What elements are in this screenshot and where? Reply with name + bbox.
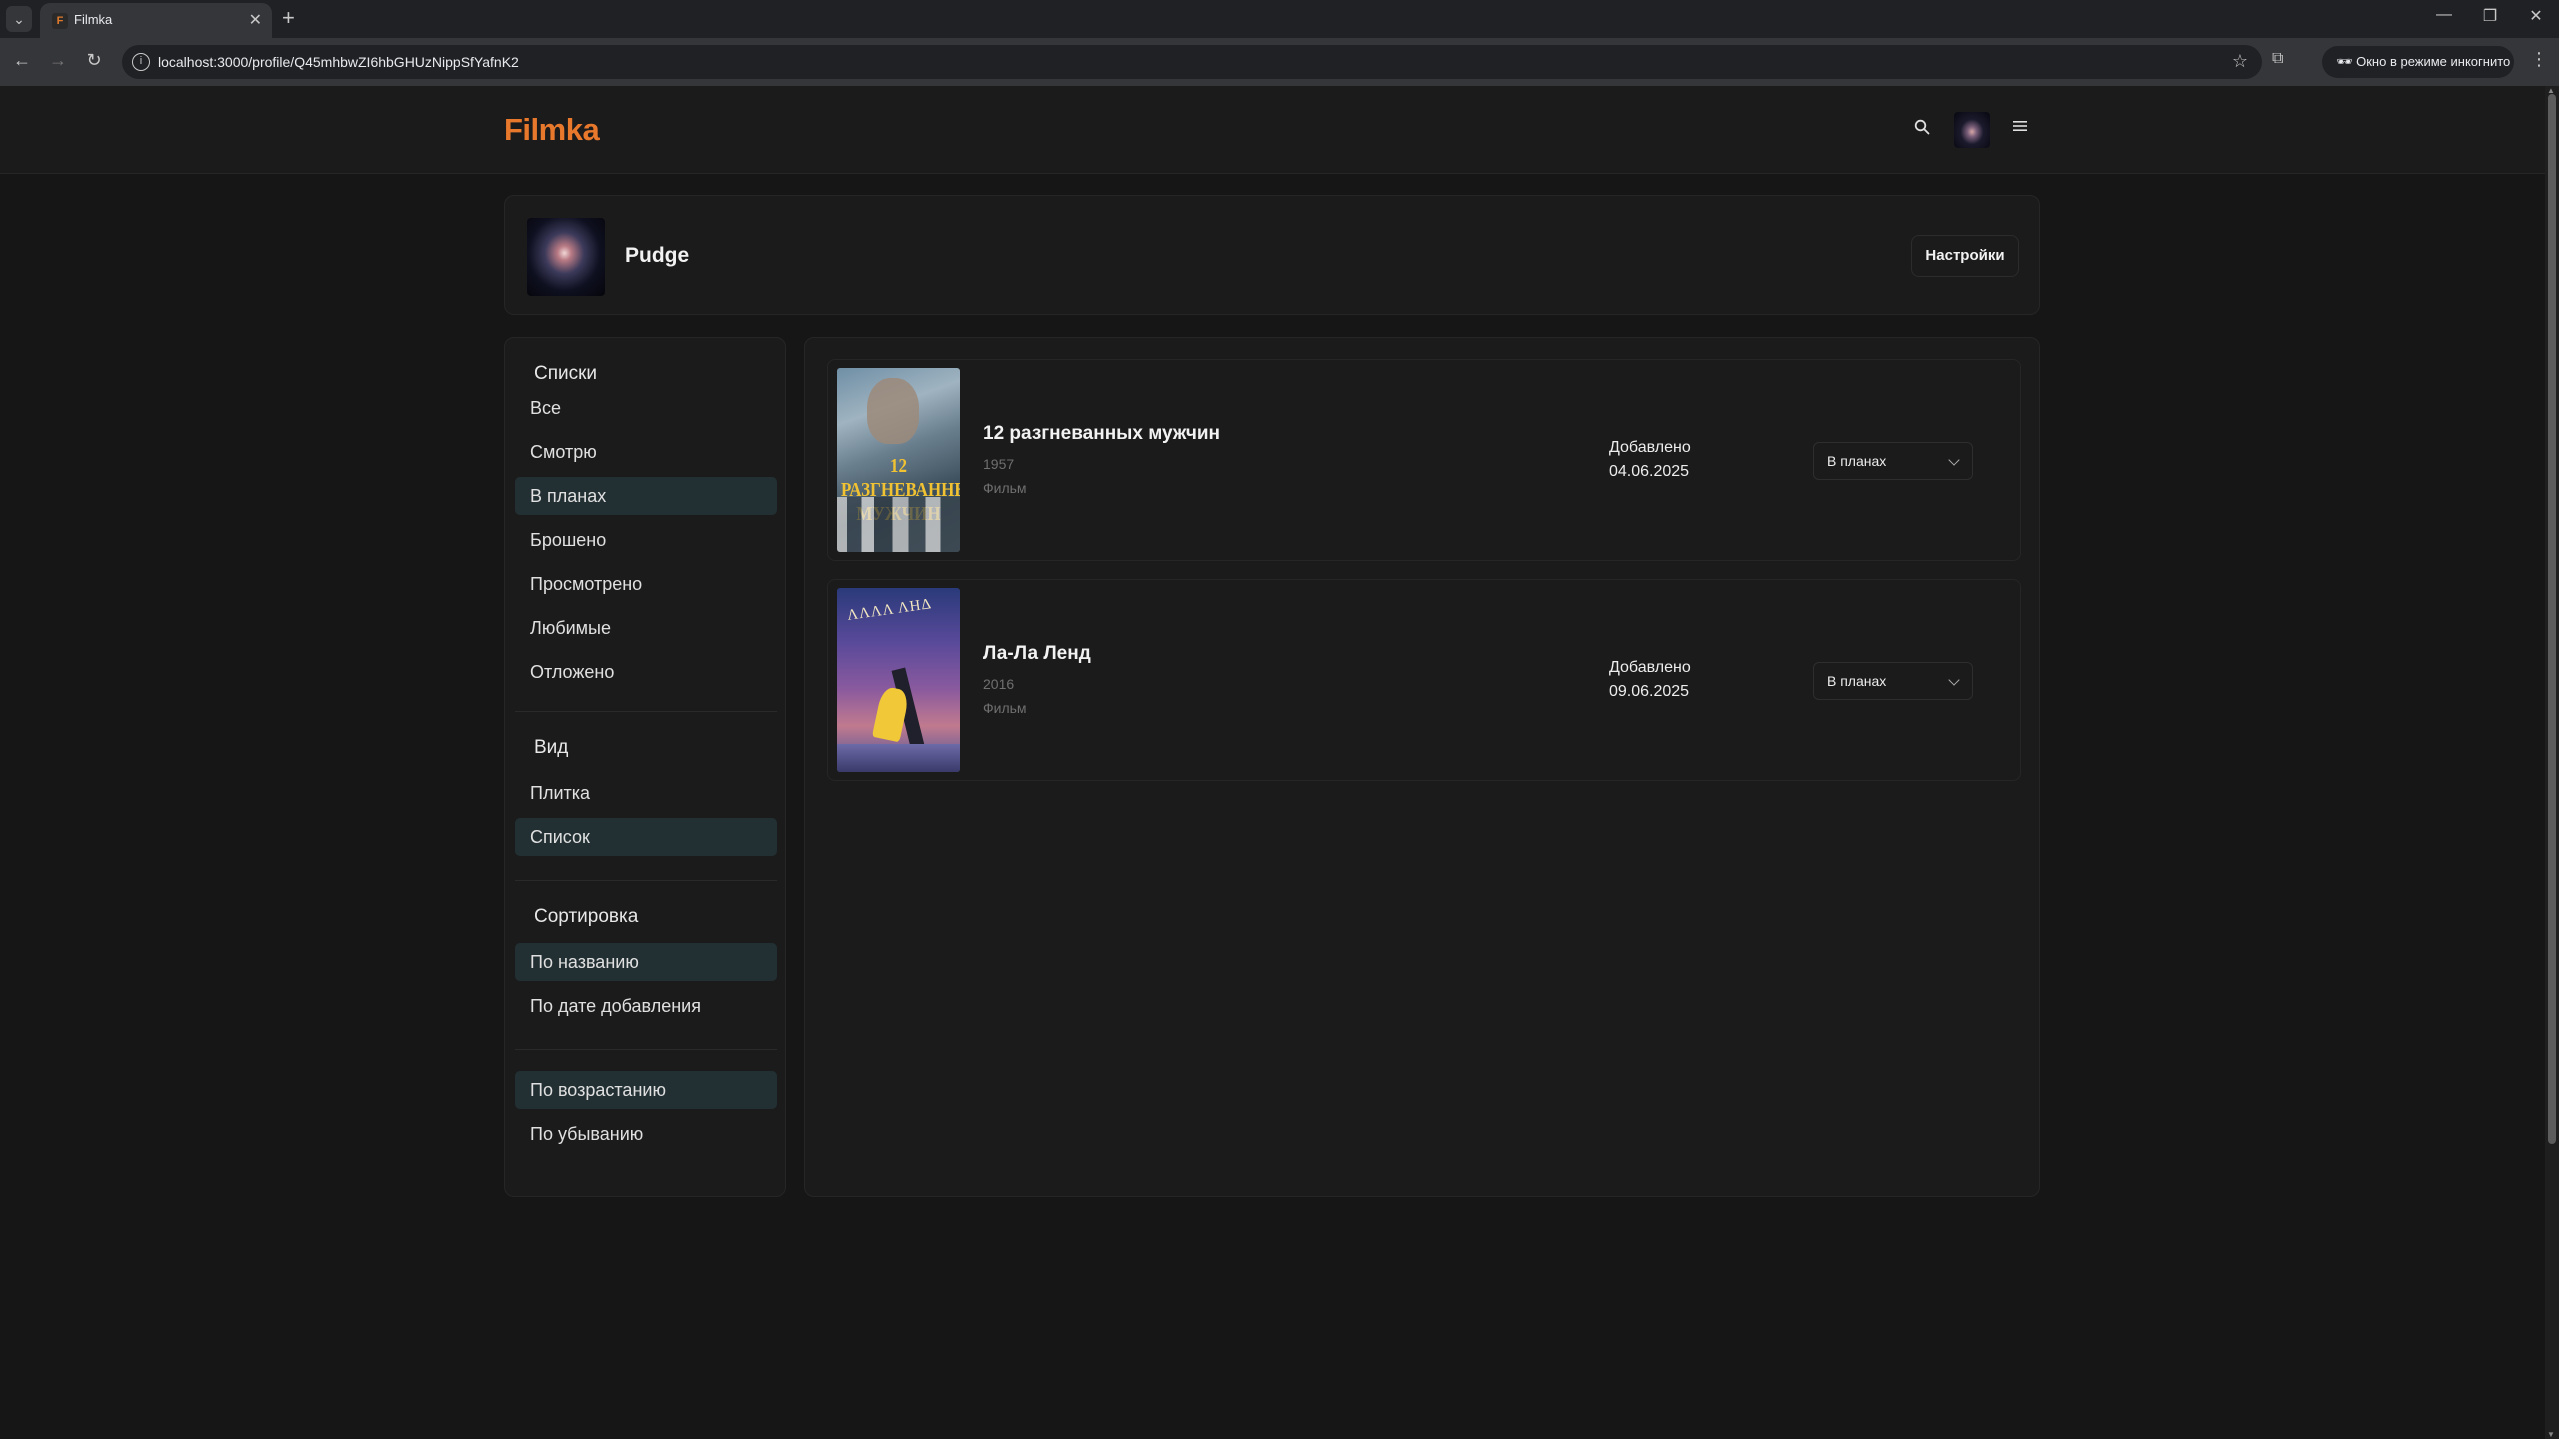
header-avatar[interactable]	[1954, 112, 1990, 148]
hamburger-menu-icon[interactable]	[2012, 119, 2028, 133]
restore-icon[interactable]: ❐	[2475, 6, 2505, 26]
profile-avatar	[527, 218, 605, 296]
view-option-list[interactable]: Список	[515, 818, 777, 856]
movie-title[interactable]: Ла-Ла Ленд	[983, 643, 1091, 665]
poster-title-art: ΛΛΛΛ ΛΗΔ	[846, 596, 934, 624]
site-header: Filmka	[0, 86, 2545, 174]
added-info: Добавлено 04.06.2025	[1609, 436, 1691, 484]
incognito-badge[interactable]: 🕶 Окно в режиме инкогнито	[2322, 46, 2514, 78]
search-icon[interactable]	[1914, 119, 1930, 135]
tab-favicon-icon: F	[52, 13, 68, 29]
back-icon[interactable]: ←	[10, 50, 34, 71]
sidebar: Списки Все Смотрю В планах Брошено Просм…	[504, 337, 786, 1197]
lists-heading: Списки	[534, 363, 598, 384]
sidebar-item-all[interactable]: Все	[515, 389, 777, 427]
order-ascending[interactable]: По возрастанию	[515, 1071, 777, 1109]
status-dropdown[interactable]: В планах	[1813, 662, 1973, 700]
browser-tab[interactable]: F Filmka ✕	[40, 3, 272, 38]
address-bar[interactable]: i localhost:3000/profile/Q45mhbwZI6hbGHU…	[122, 45, 2262, 79]
site-info-icon[interactable]: i	[132, 53, 150, 71]
browser-menu-icon[interactable]: ⋮	[2530, 49, 2548, 70]
browser-tab-strip: ⌄ F Filmka ✕ + — ❐ ✕	[0, 0, 2559, 38]
view-option-tiles[interactable]: Плитка	[515, 774, 777, 812]
list-item[interactable]: ΛΛΛΛ ΛΗΔ Ла-Ла Ленд 2016 Фильм Добавлено…	[827, 579, 2021, 781]
scrollbar-thumb[interactable]	[2548, 94, 2556, 1144]
chevron-down-icon	[1948, 454, 1960, 466]
window-close-icon[interactable]: ✕	[2521, 6, 2551, 26]
status-value: В планах	[1827, 453, 1887, 469]
sidebar-item-planned[interactable]: В планах	[515, 477, 777, 515]
view-heading: Вид	[534, 737, 569, 758]
sidebar-divider	[515, 1049, 777, 1050]
tab-title: Filmka	[74, 12, 113, 27]
profile-name: Pudge	[625, 244, 690, 267]
poster-face-art	[867, 378, 919, 444]
movie-year: 2016	[983, 676, 1015, 692]
minimize-icon[interactable]: —	[2429, 6, 2459, 24]
incognito-label: Окно в режиме инкогнито	[2356, 54, 2511, 69]
chevron-down-icon	[1948, 674, 1960, 686]
settings-button[interactable]: Настройки	[1911, 235, 2019, 277]
movie-type: Фильм	[983, 480, 1027, 496]
movie-list: 12 РАЗГНЕВАННЫХ МУЖЧИН 12 разгневанных м…	[804, 337, 2040, 1197]
status-dropdown[interactable]: В планах	[1813, 442, 1973, 480]
sidebar-item-postponed[interactable]: Отложено	[515, 653, 777, 691]
poster-figures-art	[837, 497, 960, 552]
sidebar-item-dropped[interactable]: Брошено	[515, 521, 777, 559]
sidebar-divider	[515, 880, 777, 881]
movie-year: 1957	[983, 456, 1015, 472]
incognito-icon: 🕶	[2336, 54, 2357, 69]
reload-icon[interactable]: ↻	[82, 50, 106, 71]
site-logo[interactable]: Filmka	[504, 112, 600, 148]
movie-type: Фильм	[983, 700, 1027, 716]
order-descending[interactable]: По убыванию	[515, 1115, 777, 1153]
bookmark-star-icon[interactable]: ☆	[2232, 51, 2248, 72]
sidebar-item-watched[interactable]: Просмотрено	[515, 565, 777, 603]
scroll-down-icon[interactable]: ▼	[2547, 1430, 2555, 1439]
sidebar-item-watching[interactable]: Смотрю	[515, 433, 777, 471]
sort-by-title[interactable]: По названию	[515, 943, 777, 981]
address-url[interactable]: localhost:3000/profile/Q45mhbwZI6hbGHUzN…	[158, 54, 519, 70]
movie-poster[interactable]: 12 РАЗГНЕВАННЫХ МУЖЧИН	[837, 368, 960, 552]
added-label: Добавлено	[1609, 439, 1691, 456]
poster-ground-art	[837, 744, 960, 772]
browser-toolbar: ← → ↻ i localhost:3000/profile/Q45mhbwZI…	[0, 38, 2559, 86]
movie-poster[interactable]: ΛΛΛΛ ΛΗΔ	[837, 588, 960, 772]
added-info: Добавлено 09.06.2025	[1609, 656, 1691, 704]
extensions-icon[interactable]: ⧉	[2272, 50, 2283, 68]
page-viewport: Filmka Pudge Настройки Списки Все Смотрю…	[0, 86, 2545, 1439]
list-item[interactable]: 12 РАЗГНЕВАННЫХ МУЖЧИН 12 разгневанных м…	[827, 359, 2021, 561]
page-scrollbar[interactable]: ▲ ▼	[2545, 86, 2559, 1439]
added-date: 09.06.2025	[1609, 683, 1690, 700]
sort-heading: Сортировка	[534, 906, 639, 927]
profile-card: Pudge Настройки	[504, 195, 2040, 315]
sidebar-item-favorites[interactable]: Любимые	[515, 609, 777, 647]
poster-dancer-art	[871, 685, 911, 743]
new-tab-icon[interactable]: +	[282, 5, 295, 31]
movie-title[interactable]: 12 разгневанных мужчин	[983, 423, 1220, 445]
status-value: В планах	[1827, 673, 1887, 689]
tab-search-chevron-icon[interactable]: ⌄	[6, 6, 32, 32]
sidebar-divider	[515, 711, 777, 712]
forward-icon[interactable]: →	[46, 50, 70, 71]
added-date: 04.06.2025	[1609, 463, 1690, 480]
added-label: Добавлено	[1609, 659, 1691, 676]
tab-close-icon[interactable]: ✕	[249, 10, 262, 30]
sort-by-date-added[interactable]: По дате добавления	[515, 987, 777, 1025]
